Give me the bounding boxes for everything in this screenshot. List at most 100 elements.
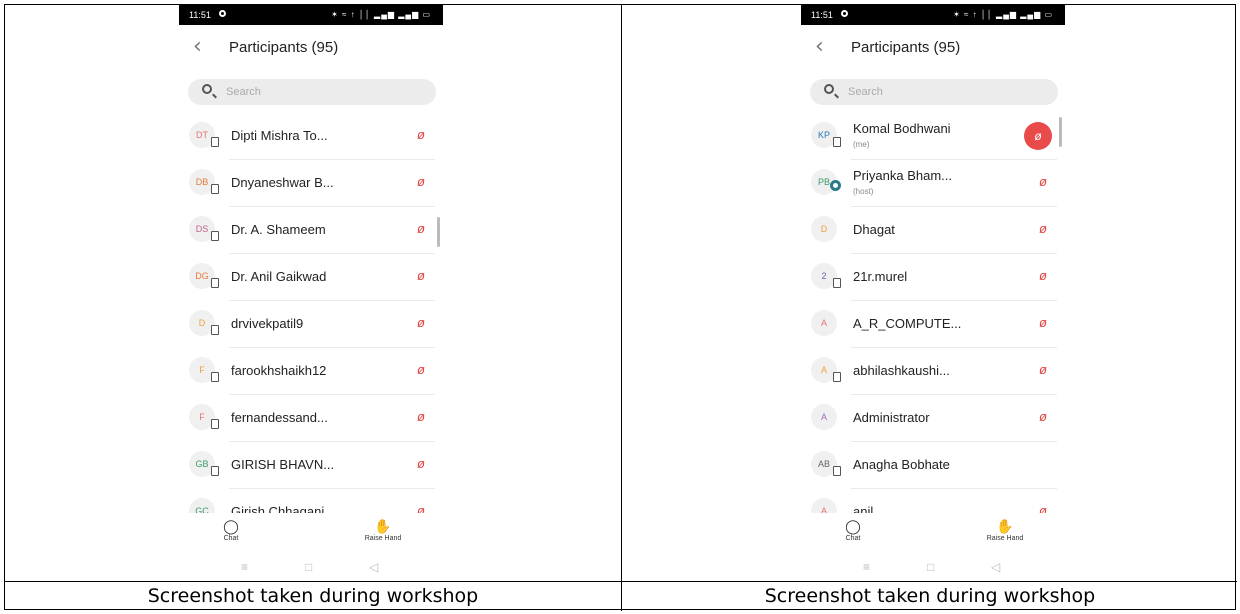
search-icon (824, 84, 834, 94)
mic-muted-icon[interactable]: ø (1039, 409, 1047, 424)
participant-name: Priyanka Bham... (853, 168, 952, 183)
bottom-toolbar: ◯ Chat ✋ Raise Hand (801, 517, 1065, 553)
chat-button[interactable]: ◯ Chat (201, 517, 261, 553)
participant-row[interactable]: Ffarookhshaikh12 ø (179, 348, 443, 395)
participant-row[interactable]: PB Priyanka Bham... (host) ø (801, 160, 1065, 207)
participant-row[interactable]: Aanil ø (801, 489, 1065, 513)
page-title: Participants (95) (851, 39, 961, 56)
participant-row[interactable]: DT Dipti Mishra To... ø (179, 113, 443, 160)
participant-row[interactable]: D Dhagat ø (801, 207, 1065, 254)
mobile-device-icon (211, 325, 219, 335)
menu-nav-icon[interactable]: ≡ (241, 560, 248, 574)
participant-list[interactable]: KP Komal Bodhwani (me) ø PB Priyanka Bham...(… (801, 113, 1065, 513)
mic-muted-icon[interactable]: ø (1039, 268, 1047, 283)
avatar: A (811, 310, 837, 336)
participant-row[interactable]: GC Girish Chhagani ø (179, 489, 443, 513)
back-nav-icon[interactable]: ◁ (991, 560, 1000, 574)
search-input[interactable]: Search (188, 79, 436, 105)
chat-button[interactable]: ◯ Chat (823, 517, 883, 553)
raise-hand-label: Raise Hand (364, 535, 402, 542)
mic-muted-icon[interactable]: ø (417, 503, 425, 513)
participant-name: Anagha Bobhate (853, 457, 950, 472)
participant-name: A_R_COMPUTE... (853, 316, 962, 331)
search-input[interactable]: Search (810, 79, 1058, 105)
participant-name: Girish Chhagani (231, 504, 325, 513)
scrollbar[interactable] (1059, 117, 1062, 147)
header: ‹ Participants (95) (801, 25, 1065, 69)
status-time: 11:51 (189, 10, 211, 20)
status-bar: 11:51 ✶ ≈ ↑ ││ ▂▄▆ ▂▄▆ ▭ (179, 5, 443, 25)
mic-muted-icon[interactable]: ø (417, 127, 425, 142)
mobile-device-icon (211, 137, 219, 147)
raise-hand-button[interactable]: ✋ Raise Hand (353, 517, 413, 553)
page-title: Participants (95) (229, 39, 339, 56)
participant-row[interactable]: A A_R_COMPUTE... ø (801, 301, 1065, 348)
mic-muted-icon[interactable]: ø (1039, 174, 1047, 189)
participant-name: anil (853, 504, 874, 513)
chat-icon: ◯ (223, 518, 239, 534)
participant-row[interactable]: 2 21r.murel ø (801, 254, 1065, 301)
participant-row[interactable]: KP Komal Bodhwani (me) ø (801, 113, 1065, 160)
scrollbar[interactable] (437, 217, 440, 247)
participant-name: drvivekpatil9 (231, 316, 304, 331)
home-nav-icon[interactable]: □ (927, 560, 934, 574)
mic-muted-icon[interactable]: ø (417, 174, 425, 189)
chat-label: Chat (845, 535, 861, 542)
hand-icon: ✋ (374, 518, 392, 534)
mic-muted-icon[interactable]: ø (1039, 221, 1047, 236)
mic-muted-icon[interactable]: ø (417, 268, 425, 283)
phone-screenshot-right: 11:51 ✶ ≈ ↑ ││ ▂▄▆ ▂▄▆ ▭ ‹ Participants … (801, 5, 1065, 581)
participant-row[interactable]: DB Dnyaneshwar B... ø (179, 160, 443, 207)
back-arrow-icon[interactable]: ‹ (815, 34, 824, 59)
avatar: D (811, 216, 837, 242)
participant-row[interactable]: AB Anagha Bobhate (801, 442, 1065, 489)
participant-name: GIRISH BHAVN... (231, 457, 335, 472)
system-nav-bar: ≡ □ ◁ (801, 555, 1065, 581)
mobile-device-icon (211, 466, 219, 476)
participant-row[interactable]: Ddrvivekpatil9 ø (179, 301, 443, 348)
mic-muted-icon[interactable]: ø (1024, 122, 1052, 150)
participant-name: Dr. A. Shameem (231, 222, 326, 237)
participant-row[interactable]: Ffernandessand... ø (179, 395, 443, 442)
mic-muted-icon[interactable]: ø (417, 456, 425, 471)
participant-name: 21r.murel (853, 269, 908, 284)
status-icons: ✶ ≈ ↑ ││ ▂▄▆ ▂▄▆ ▭ (953, 10, 1053, 19)
header: ‹ Participants (95) (179, 25, 443, 69)
home-nav-icon[interactable]: □ (305, 560, 312, 574)
mic-muted-icon[interactable]: ø (1039, 315, 1047, 330)
host-badge-icon (830, 180, 841, 191)
participant-name: Dhagat (853, 222, 895, 237)
mic-muted-icon[interactable]: ø (417, 315, 425, 330)
mobile-device-icon (211, 372, 219, 382)
participant-row[interactable]: A Administrator ø (801, 395, 1065, 442)
participant-row[interactable]: DS Dr. A. Shameem ø (179, 207, 443, 254)
back-nav-icon[interactable]: ◁ (369, 560, 378, 574)
raise-hand-button[interactable]: ✋ Raise Hand (975, 517, 1035, 553)
mic-muted-icon[interactable]: ø (417, 362, 425, 377)
mic-muted-icon[interactable]: ø (1039, 503, 1047, 513)
participant-row[interactable]: Aabhilashkaushi... ø (801, 348, 1065, 395)
participant-name: Administrator (853, 410, 930, 425)
search-placeholder: Search (848, 86, 883, 98)
mic-muted-icon[interactable]: ø (417, 409, 425, 424)
search-placeholder: Search (226, 86, 261, 98)
status-time: 11:51 (811, 10, 833, 20)
hand-icon: ✋ (996, 518, 1014, 534)
participant-row[interactable]: GB GIRISH BHAVN... ø (179, 442, 443, 489)
menu-nav-icon[interactable]: ≡ (863, 560, 870, 574)
status-app-icon (841, 10, 848, 17)
mobile-device-icon (833, 466, 841, 476)
mobile-device-icon (211, 231, 219, 241)
caption-right: Screenshot taken during workshop (764, 585, 1096, 607)
avatar: GC (189, 498, 215, 513)
participant-list[interactable]: DT Dipti Mishra To... ø DB Dnyaneshwar B... ø… (179, 113, 443, 513)
system-nav-bar: ≡ □ ◁ (179, 555, 443, 581)
participant-row[interactable]: DG Dr. Anil Gaikwad ø (179, 254, 443, 301)
avatar: A (811, 498, 837, 513)
participant-name: fernandessand... (231, 410, 328, 425)
mic-muted-icon[interactable]: ø (1039, 362, 1047, 377)
mic-muted-icon[interactable]: ø (417, 221, 425, 236)
back-arrow-icon[interactable]: ‹ (193, 34, 202, 59)
mobile-device-icon (211, 278, 219, 288)
phone-screenshot-left: 11:51 ✶ ≈ ↑ ││ ▂▄▆ ▂▄▆ ▭ ‹ Participants … (179, 5, 443, 581)
